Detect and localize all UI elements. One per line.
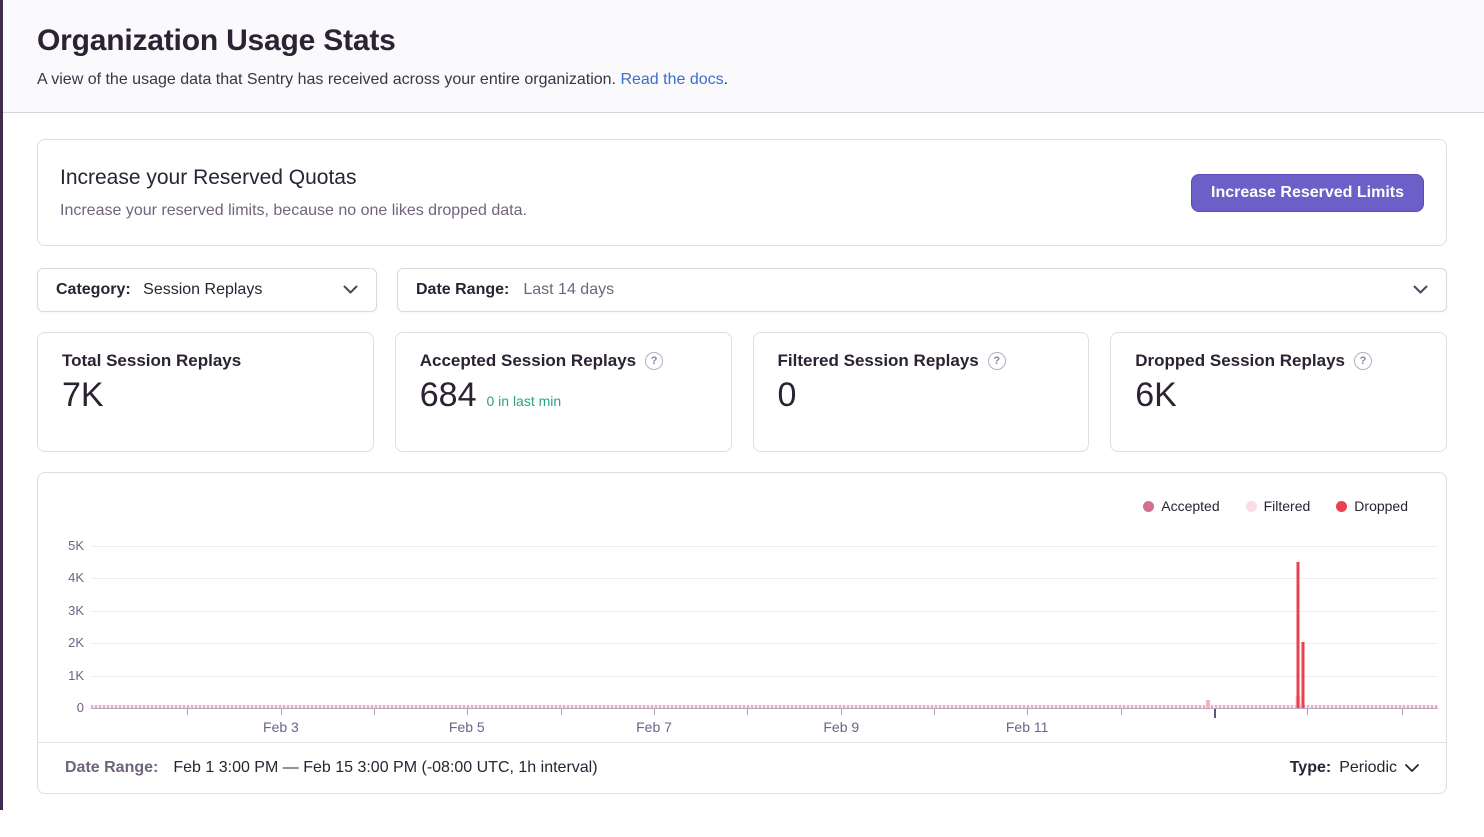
x-axis-label: Feb 11	[1006, 719, 1049, 735]
x-axis-tick	[281, 709, 282, 715]
date-range-select[interactable]: Date Range: Last 14 days	[397, 268, 1447, 312]
quota-card-title: Increase your Reserved Quotas	[60, 166, 527, 190]
legend-dot-icon	[1336, 501, 1347, 512]
bar-dropped	[1302, 642, 1305, 708]
y-axis-label: 0	[38, 700, 84, 715]
type-label: Type:	[1290, 759, 1331, 777]
date-range-label: Date Range:	[416, 281, 509, 299]
increase-reserved-limits-button[interactable]: Increase Reserved Limits	[1191, 174, 1424, 212]
x-axis-line	[91, 708, 1438, 709]
help-icon[interactable]: ?	[645, 352, 663, 370]
category-text: Category: Session Replays	[56, 281, 262, 299]
y-axis-label: 5K	[38, 538, 84, 553]
chevron-down-icon	[1413, 281, 1428, 299]
x-axis-label: Feb 3	[263, 719, 299, 735]
stat-card-dropped: Dropped Session Replays ? 6K	[1110, 332, 1447, 452]
type-select[interactable]: Type: Periodic	[1290, 759, 1419, 777]
type-value: Periodic	[1339, 759, 1397, 777]
page-header: Organization Usage Stats A view of the u…	[0, 0, 1484, 113]
footer-date-range-label: Date Range:	[65, 759, 158, 777]
category-label: Category:	[56, 281, 131, 298]
gridline	[91, 643, 1438, 644]
stat-card-title: Dropped Session Replays	[1135, 351, 1345, 371]
usage-chart: Feb 3Feb 5Feb 7Feb 9Feb 11 01K2K3K4K5K	[38, 520, 1446, 742]
x-axis-tick	[1402, 709, 1403, 715]
gridline	[91, 676, 1438, 677]
chevron-down-icon	[1405, 759, 1419, 777]
x-axis-tick	[1307, 709, 1308, 715]
stat-card-title: Total Session Replays	[62, 351, 349, 371]
stat-card-filtered: Filtered Session Replays ? 0	[753, 332, 1090, 452]
x-axis-tick	[561, 709, 562, 715]
usage-chart-panel: AcceptedFilteredDropped Feb 3Feb 5Feb 7F…	[37, 472, 1447, 794]
quota-card-description: Increase your reserved limits, because n…	[60, 202, 527, 220]
sidebar-edge	[0, 0, 3, 810]
quota-card-text: Increase your Reserved Quotas Increase y…	[60, 166, 527, 220]
category-select[interactable]: Category: Session Replays	[37, 268, 377, 312]
page-subtitle: A view of the usage data that Sentry has…	[37, 71, 1447, 89]
x-axis-tick	[1214, 709, 1216, 718]
help-icon[interactable]: ?	[1354, 352, 1372, 370]
legend-label: Dropped	[1354, 498, 1408, 514]
read-the-docs-link[interactable]: Read the docs	[620, 71, 723, 88]
x-axis-tick	[1027, 709, 1028, 715]
x-axis-label: Feb 9	[823, 719, 859, 735]
x-axis-label: Feb 7	[636, 719, 672, 735]
filter-row: Category: Session Replays Date Range: La…	[37, 268, 1447, 312]
legend-dot-icon	[1246, 501, 1257, 512]
stat-card-value: 6K	[1135, 376, 1177, 415]
legend-label: Accepted	[1161, 498, 1219, 514]
y-axis-label: 3K	[38, 603, 84, 618]
category-value: Session Replays	[143, 281, 262, 298]
y-axis-label: 1K	[38, 668, 84, 683]
chevron-down-icon	[343, 281, 358, 299]
x-axis-tick	[654, 709, 655, 715]
stat-card-total: Total Session Replays 7K	[37, 332, 374, 452]
stat-card-title: Filtered Session Replays	[778, 351, 979, 371]
x-axis-tick	[1121, 709, 1122, 715]
gridline	[91, 546, 1438, 547]
legend-label: Filtered	[1264, 498, 1311, 514]
y-axis-label: 2K	[38, 635, 84, 650]
stat-card-value: 7K	[62, 376, 104, 415]
gridline	[91, 578, 1438, 579]
legend-item-filtered[interactable]: Filtered	[1246, 498, 1311, 514]
stat-cards-row: Total Session Replays 7K Accepted Sessio…	[37, 332, 1447, 452]
stat-card-title: Accepted Session Replays	[420, 351, 636, 371]
x-axis-tick	[747, 709, 748, 715]
legend-item-dropped[interactable]: Dropped	[1336, 498, 1408, 514]
stat-card-accepted: Accepted Session Replays ? 684 0 in last…	[395, 332, 732, 452]
stat-card-value: 0	[778, 376, 797, 415]
date-range-value: Last 14 days	[523, 281, 614, 299]
y-axis-label: 4K	[38, 570, 84, 585]
help-icon[interactable]: ?	[988, 352, 1006, 370]
page-title: Organization Usage Stats	[37, 24, 1447, 58]
x-axis-tick	[374, 709, 375, 715]
stat-card-value: 684	[420, 376, 477, 415]
x-axis-label: Feb 5	[449, 719, 485, 735]
chart-plot-area[interactable]: Feb 3Feb 5Feb 7Feb 9Feb 11	[91, 546, 1438, 708]
page-subtitle-text: A view of the usage data that Sentry has…	[37, 71, 616, 88]
reserved-quotas-card: Increase your Reserved Quotas Increase y…	[37, 139, 1447, 246]
x-axis-tick	[934, 709, 935, 715]
legend-dot-icon	[1143, 501, 1154, 512]
gridline	[91, 611, 1438, 612]
x-axis-tick	[841, 709, 842, 715]
stat-card-caption: 0 in last min	[486, 393, 561, 409]
chart-legend: Accepted Filtered Dropped	[38, 473, 1446, 514]
chart-footer: Date Range: Feb 1 3:00 PM — Feb 15 3:00 …	[38, 742, 1446, 793]
bar-accepted	[1206, 700, 1210, 708]
legend-item-accepted[interactable]: Accepted	[1143, 498, 1219, 514]
main-content: Increase your Reserved Quotas Increase y…	[0, 113, 1484, 794]
accepted-baseline-bars	[91, 705, 1438, 708]
x-axis-tick	[467, 709, 468, 715]
footer-date-range-value: Feb 1 3:00 PM — Feb 15 3:00 PM (-08:00 U…	[173, 759, 597, 777]
bar-dropped	[1296, 562, 1299, 708]
x-axis-tick	[187, 709, 188, 715]
subtitle-period: .	[724, 71, 728, 88]
